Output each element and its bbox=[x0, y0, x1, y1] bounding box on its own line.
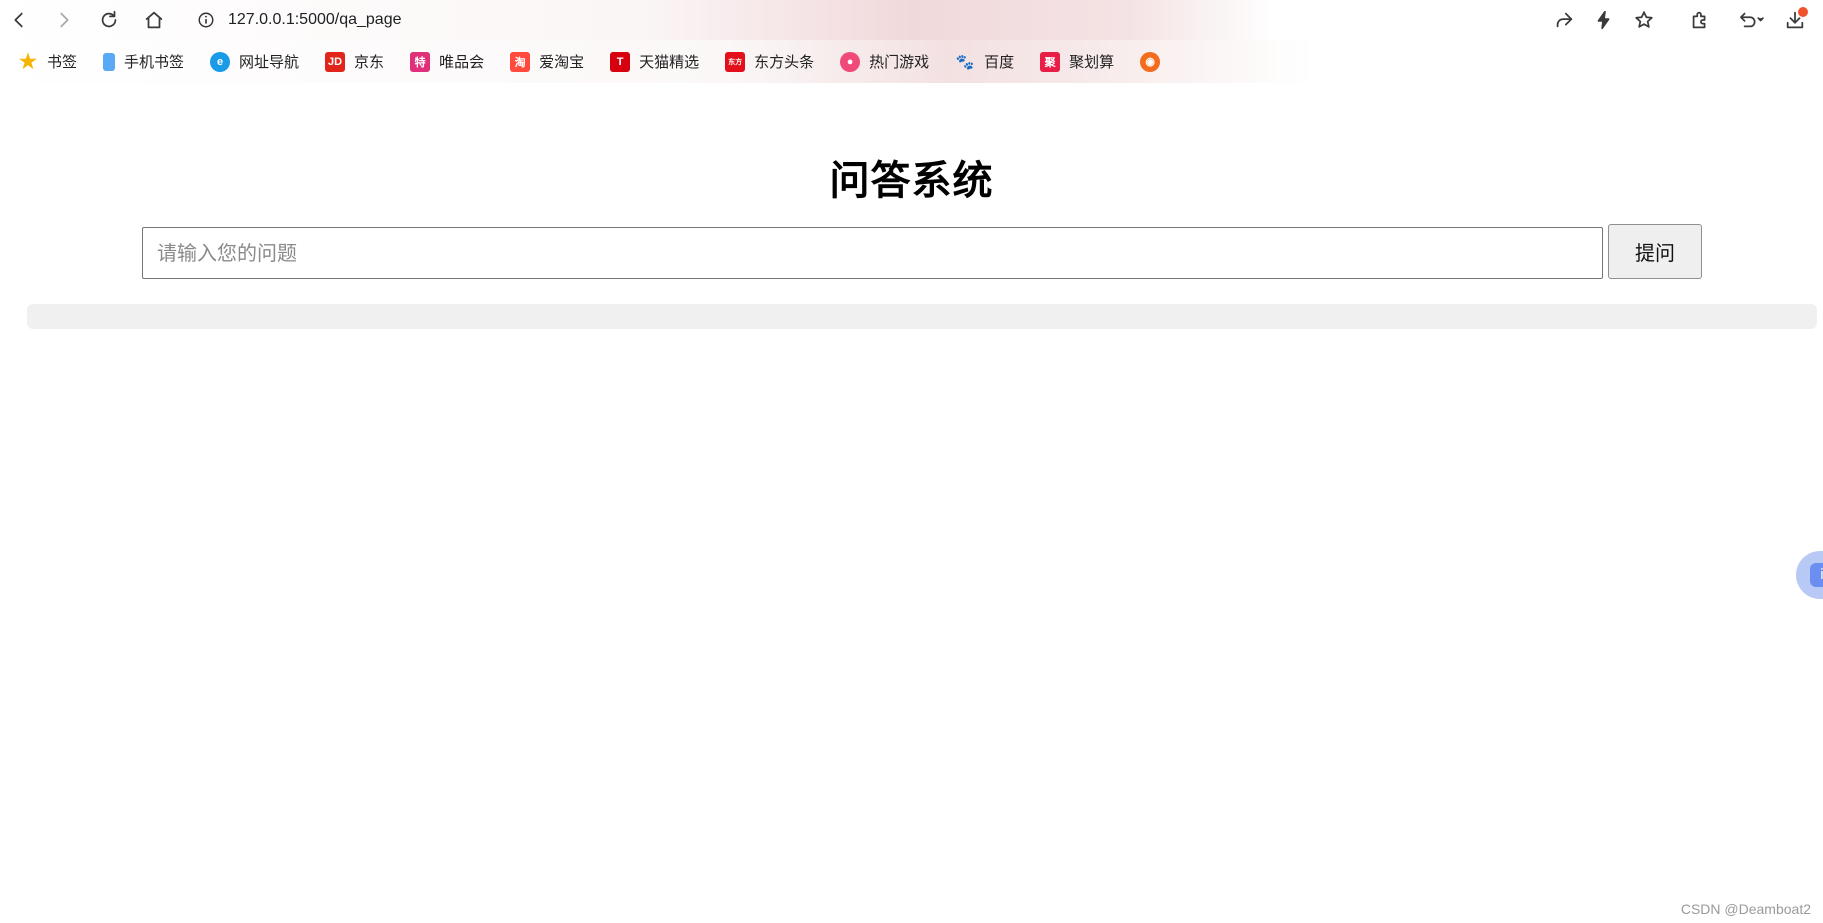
juhuasuan-icon: 聚 bbox=[1040, 51, 1061, 72]
back-button[interactable] bbox=[3, 4, 35, 36]
tmall-icon: T bbox=[610, 51, 631, 72]
bookmarks-bar: ★ 书签 手机书签 e 网址导航 JD 京东特唯品会淘爱淘宝 T 天猫精选 东方 东方头条 ● 热门游戏… bbox=[0, 40, 1823, 83]
bookmark-item[interactable]: ★ 书签 bbox=[10, 47, 85, 77]
reload-icon bbox=[101, 10, 117, 28]
lightning-button[interactable] bbox=[1588, 4, 1620, 36]
star-outline-icon bbox=[1635, 11, 1653, 28]
bookmark-label: 百度 bbox=[984, 53, 1015, 71]
share-arrow-icon bbox=[1556, 12, 1573, 28]
game-icon: ● bbox=[840, 51, 861, 72]
bookmark-label: 爱淘宝 bbox=[539, 53, 585, 71]
bookmark-label: 唯品会 bbox=[439, 53, 485, 71]
translate-icon: i bbox=[1810, 563, 1823, 587]
extensions-button[interactable] bbox=[1684, 4, 1716, 36]
undo-dropdown-icon bbox=[1740, 12, 1764, 28]
chevron-right-icon bbox=[60, 12, 69, 28]
bookmark-star-button[interactable] bbox=[1628, 4, 1660, 36]
star-icon: ★ bbox=[19, 51, 37, 73]
bookmark-item[interactable]: 东方 东方头条 bbox=[717, 47, 822, 77]
url-text: 127.0.0.1:5000/qa_page bbox=[228, 11, 402, 28]
ask-button[interactable]: 提问 bbox=[1608, 224, 1702, 279]
bookmark-label: 手机书签 bbox=[124, 53, 185, 71]
owl-icon: ◉ bbox=[1140, 51, 1161, 72]
downloads-button[interactable] bbox=[1779, 4, 1811, 36]
bookmark-item[interactable]: 特唯品会 bbox=[402, 47, 492, 77]
home-icon bbox=[145, 11, 163, 29]
side-floating-widget[interactable]: i bbox=[1796, 551, 1823, 599]
browser-toolbar: 127.0.0.1:5000/qa_page bbox=[0, 0, 1823, 40]
phone-icon bbox=[103, 52, 116, 71]
jd-icon: JD bbox=[325, 51, 346, 72]
bookmark-item[interactable]: ● 热门游戏 bbox=[832, 47, 937, 77]
baidu-paw-icon: 🐾 bbox=[955, 53, 975, 71]
e-browser-icon: e bbox=[210, 51, 231, 72]
home-button[interactable] bbox=[138, 4, 170, 36]
download-notification-dot bbox=[1798, 7, 1808, 17]
answer-box bbox=[27, 304, 1817, 329]
bookmark-item[interactable]: 🐾 百度 bbox=[947, 47, 1022, 77]
watermark: CSDN @Deamboat2 bbox=[1680, 901, 1811, 917]
bookmark-label: 热门游戏 bbox=[869, 53, 930, 71]
share-button[interactable] bbox=[1548, 4, 1580, 36]
undo-menu-button[interactable] bbox=[1730, 4, 1772, 36]
bookmark-item[interactable]: ◉ bbox=[1132, 47, 1177, 77]
bookmark-label: 网址导航 bbox=[239, 53, 300, 71]
address-bar[interactable]: 127.0.0.1:5000/qa_page bbox=[196, 4, 1496, 36]
chevron-left-icon bbox=[14, 12, 23, 28]
bookmark-label: 天猫精选 bbox=[639, 53, 700, 71]
forward-button[interactable] bbox=[48, 4, 80, 36]
bookmark-item[interactable]: 聚聚划算 bbox=[1032, 47, 1122, 77]
lightning-icon bbox=[1597, 10, 1610, 30]
bookmark-label: 东方头条 bbox=[754, 53, 815, 71]
site-info-icon[interactable] bbox=[196, 10, 216, 30]
bookmark-label: 书签 bbox=[47, 53, 78, 71]
puzzle-icon bbox=[1692, 11, 1706, 29]
page-title: 问答系统 bbox=[829, 158, 994, 204]
bookmark-item[interactable]: T 天猫精选 bbox=[602, 47, 707, 77]
bookmark-item[interactable]: e 网址导航 bbox=[202, 47, 307, 77]
bookmark-item[interactable]: JD 京东 bbox=[317, 47, 392, 77]
eastday-icon: 东方 bbox=[725, 51, 746, 72]
question-input[interactable] bbox=[142, 227, 1603, 279]
vip-icon: 特 bbox=[410, 51, 431, 72]
bookmark-item[interactable]: 手机书签 bbox=[95, 47, 192, 77]
bookmark-label: 京东 bbox=[354, 53, 385, 71]
bookmark-item[interactable]: 淘爱淘宝 bbox=[502, 47, 592, 77]
taobao-icon: 淘 bbox=[510, 51, 531, 72]
bookmark-label: 聚划算 bbox=[1069, 53, 1115, 71]
reload-button[interactable] bbox=[93, 4, 125, 36]
